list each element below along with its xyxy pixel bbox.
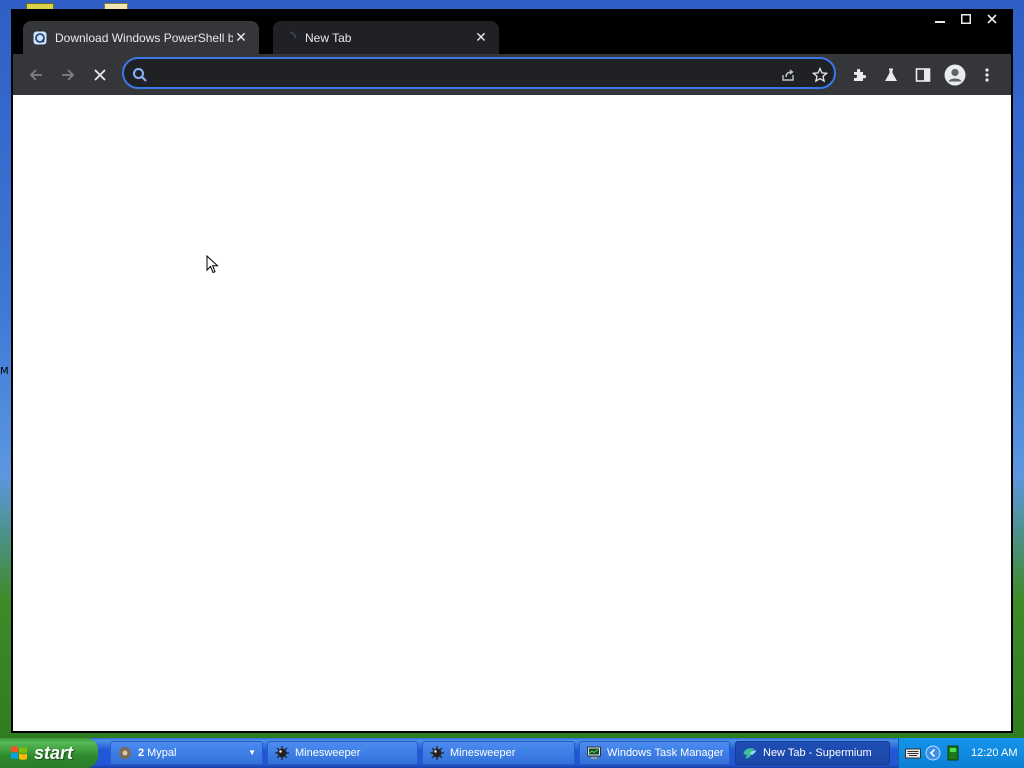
taskbar-item-label: Minesweeper [450,747,516,759]
close-window-icon[interactable] [979,9,1005,29]
start-label: start [34,742,74,763]
taskbar-item-label: Minesweeper [295,747,361,759]
back-icon[interactable] [22,61,50,89]
browser-toolbar [13,54,1011,95]
search-icon [130,65,150,85]
maximize-icon[interactable] [953,9,979,29]
forward-icon[interactable] [54,61,82,89]
mouse-cursor-icon [206,255,219,274]
close-tab-icon[interactable]: ✕ [473,29,489,46]
taskbar-item-label: Windows Task Manager [607,747,724,759]
minimize-icon[interactable] [927,9,953,29]
network-status-icon[interactable] [945,745,961,761]
share-icon[interactable] [778,65,798,85]
taskbar-item-mypal[interactable]: 2 Mypal ▼ [110,741,263,765]
window-count: 2 [138,747,145,759]
taskbar-item-minesweeper-1[interactable]: Minesweeper [267,741,418,765]
mypal-icon [119,747,131,759]
loading-icon [283,31,297,45]
site-icon [33,31,47,45]
address-input[interactable] [158,64,762,84]
taskbar: start 2 Mypal ▼ Minesweeper Minesweeper … [0,738,1024,768]
task-manager-icon [587,746,601,759]
taskbar-item-label: Mypal [147,747,177,759]
dropdown-arrow-icon: ▼ [248,748,256,757]
side-panel-icon[interactable] [909,61,937,89]
tab-new-tab[interactable]: New Tab ✕ [273,21,499,54]
start-button[interactable]: start [0,738,98,768]
labs-flask-icon[interactable] [877,61,905,89]
tab-title: New Tab [305,30,352,45]
page-content[interactable] [13,95,1011,731]
desktop-icon-label: M [0,366,9,377]
clock[interactable]: 12:20 AM [971,747,1017,759]
title-bar: Download Windows PowerShell by M ✕ New T… [11,9,1013,54]
extensions-icon[interactable] [845,61,873,89]
taskbar-item-task-manager[interactable]: Windows Task Manager [579,741,730,765]
window-controls [927,9,1005,29]
collapse-tray-icon[interactable] [925,745,941,761]
taskbar-item-label: New Tab - Supermium [763,747,872,759]
stop-loading-icon[interactable] [86,61,114,89]
taskbar-item-minesweeper-2[interactable]: Minesweeper [422,741,575,765]
browser-window: Download Windows PowerShell by M ✕ New T… [11,9,1013,733]
tab-title: Download Windows PowerShell by M [55,30,233,45]
address-bar[interactable] [122,57,836,89]
tab-powershell-download[interactable]: Download Windows PowerShell by M ✕ [23,21,259,54]
system-tray: 12:20 AM [898,738,1024,768]
keyboard-icon[interactable] [905,745,921,761]
profile-avatar-icon[interactable] [941,61,969,89]
windows-flag-icon [11,746,27,760]
menu-kebab-icon[interactable] [973,61,1001,89]
minesweeper-icon [430,746,444,760]
minesweeper-icon [275,746,289,760]
supermium-icon [743,748,757,759]
bookmark-star-icon[interactable] [810,65,830,85]
taskbar-item-supermium[interactable]: New Tab - Supermium [735,741,890,765]
close-tab-icon[interactable]: ✕ [233,29,249,46]
